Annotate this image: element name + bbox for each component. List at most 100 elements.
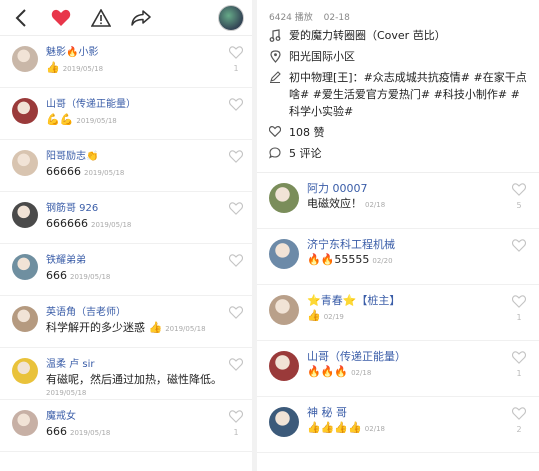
comment-text: 有磁呢，然后通过加热，磁性降低。	[46, 373, 222, 386]
music-note-icon	[267, 27, 283, 44]
commenter-avatar[interactable]	[269, 183, 299, 213]
heart-icon[interactable]	[48, 5, 74, 31]
commenter-avatar[interactable]	[269, 407, 299, 437]
comment-row[interactable]: 神 秘 哥 👍👍👍👍 02/18 2	[257, 397, 539, 453]
likes-row[interactable]: 108 赞	[257, 120, 539, 141]
music-title: 爱的魔力转圈圈（Cover 芭比）	[289, 29, 446, 42]
comment-text: 🔥🔥🔥	[307, 365, 349, 378]
top-toolbar	[0, 0, 252, 36]
commenter-name[interactable]: 山哥（传递正能量）	[46, 98, 222, 112]
back-arrow-icon[interactable]	[8, 5, 34, 31]
comment-body: 👍 2019/05/18	[46, 60, 222, 77]
commenter-avatar[interactable]	[12, 202, 38, 228]
commenter-name[interactable]: 温柔 卢 sir	[46, 358, 222, 372]
comment-text: 💪💪	[46, 113, 74, 126]
comment-row[interactable]: 山哥（传递正能量） 🔥🔥🔥 02/18 1	[257, 341, 539, 397]
music-row[interactable]: 爱的魔力转圈圈（Cover 芭比）	[257, 23, 539, 44]
comment-like-button[interactable]	[228, 202, 244, 220]
play-count: 6424 播放	[269, 13, 313, 23]
commenter-name[interactable]: 神 秘 哥	[307, 406, 509, 420]
heart-outline-icon	[228, 98, 244, 114]
commenter-avatar[interactable]	[12, 358, 38, 384]
comment-like-button[interactable]: 1	[228, 46, 244, 73]
comment-row[interactable]: 阿力 00007 电磁效应！ 02/18 5	[257, 173, 539, 229]
comment-text: 电磁效应！	[307, 197, 362, 210]
comment-body: 666 2019/05/18	[46, 268, 222, 285]
commenter-name[interactable]: 阿力 00007	[307, 182, 509, 196]
comment-text: 666	[46, 269, 67, 282]
author-avatar[interactable]	[218, 4, 244, 31]
comment-row[interactable]: 阳哥励志👏 66666 2019/05/18	[0, 140, 252, 192]
comment-list: 阿力 00007 电磁效应！ 02/18 5 济宁东科工程机械 🔥🔥55555 02/20 ⭐…	[257, 173, 539, 453]
heart-outline-icon	[228, 254, 244, 270]
comment-row[interactable]: 魔戒女 666 2019/05/18 1	[0, 400, 252, 452]
video-comments-panel-left: 魅影🔥小影 👍 2019/05/18 1 山哥（传递正能量） 💪💪 2019/05/18 阳哥…	[0, 0, 252, 471]
comment-like-button[interactable]: 2	[511, 407, 527, 434]
comment-row[interactable]: 济宁东科工程机械 🔥🔥55555 02/20	[257, 229, 539, 285]
comment-row[interactable]: 钢筋哥 926 666666 2019/05/18	[0, 192, 252, 244]
comment-like-button[interactable]: 1	[511, 295, 527, 322]
comment-date: 2019/05/18	[62, 65, 104, 73]
commenter-name[interactable]: 铁耀弟弟	[46, 254, 222, 268]
comment-row[interactable]: 铁耀弟弟 666 2019/05/18	[0, 244, 252, 296]
commenter-avatar[interactable]	[269, 239, 299, 269]
location-text: 阳光国际小区	[289, 50, 355, 63]
comment-like-button[interactable]	[228, 98, 244, 116]
commenter-name[interactable]: 济宁东科工程机械	[307, 238, 509, 252]
comment-like-button[interactable]	[228, 358, 244, 376]
comment-like-button[interactable]	[228, 306, 244, 324]
warning-icon[interactable]	[88, 5, 114, 31]
comment-body: 💪💪 2019/05/18	[46, 112, 222, 129]
comment-body: 👍👍👍👍 02/18	[307, 420, 509, 437]
comment-like-count: 1	[516, 313, 522, 322]
share-arrow-icon[interactable]	[128, 5, 154, 31]
comment-like-button[interactable]: 5	[511, 183, 527, 210]
video-meta: 6424 播放 02-18	[257, 0, 539, 23]
commenter-avatar[interactable]	[12, 150, 38, 176]
heart-outline-icon	[511, 183, 527, 199]
comment-body: 👍 02/19	[307, 308, 509, 325]
location-row[interactable]: 阳光国际小区	[257, 44, 539, 65]
commenter-name[interactable]: ⭐青春⭐【桩主】	[307, 294, 509, 308]
comment-like-button[interactable]: 1	[228, 410, 244, 437]
commenter-avatar[interactable]	[269, 295, 299, 325]
comment-date: 02/19	[323, 313, 344, 321]
comment-body: 🔥🔥🔥 02/18	[307, 364, 509, 381]
heart-outline-icon	[228, 46, 244, 62]
comment-like-button[interactable]	[511, 239, 527, 257]
commenter-name[interactable]: 魅影🔥小影	[46, 46, 222, 60]
comment-like-button[interactable]: 1	[511, 351, 527, 378]
comment-row[interactable]: 英语角（吉老师） 科学解开的多少迷惑 👍 2019/05/18	[0, 296, 252, 348]
comment-date: 02/18	[365, 201, 386, 209]
comment-text: 👍👍👍👍	[307, 421, 362, 434]
comment-like-button[interactable]	[228, 254, 244, 272]
commenter-name[interactable]: 钢筋哥 926	[46, 202, 222, 216]
like-count: 108 赞	[289, 126, 325, 139]
commenter-avatar[interactable]	[12, 98, 38, 124]
commenter-avatar[interactable]	[12, 46, 38, 72]
comments-row[interactable]: 5 评论	[257, 141, 539, 162]
commenter-avatar[interactable]	[12, 410, 38, 436]
commenter-name[interactable]: 阳哥励志👏	[46, 150, 222, 164]
commenter-name[interactable]: 山哥（传递正能量）	[307, 350, 509, 364]
comment-date: 02/20	[372, 257, 393, 265]
comment-like-count: 1	[516, 369, 522, 378]
commenter-name[interactable]: 魔戒女	[46, 410, 222, 424]
heart-outline-icon	[228, 306, 244, 322]
comment-date: 02/18	[351, 369, 372, 377]
comment-body: 666666 2019/05/18	[46, 216, 222, 233]
comment-date: 2019/05/18	[46, 389, 87, 397]
comment-row[interactable]: 温柔 卢 sir 有磁呢，然后通过加热，磁性降低。 2019/05/18	[0, 348, 252, 400]
comment-row[interactable]: ⭐青春⭐【桩主】 👍 02/19 1	[257, 285, 539, 341]
comment-date-line: 2019/05/18	[46, 388, 222, 398]
commenter-name[interactable]: 英语角（吉老师）	[46, 306, 222, 320]
commenter-avatar[interactable]	[12, 306, 38, 332]
video-info-panel-right: 6424 播放 02-18 爱的魔力转圈圈（Cover 芭比） 阳光国际小区 初…	[257, 0, 539, 471]
commenter-avatar[interactable]	[269, 351, 299, 381]
comment-body: 科学解开的多少迷惑 👍 2019/05/18	[46, 320, 222, 337]
comment-like-button[interactable]	[228, 150, 244, 168]
comment-row[interactable]: 魅影🔥小影 👍 2019/05/18 1	[0, 36, 252, 88]
comment-like-count: 1	[233, 64, 239, 73]
comment-row[interactable]: 山哥（传递正能量） 💪💪 2019/05/18	[0, 88, 252, 140]
commenter-avatar[interactable]	[12, 254, 38, 280]
